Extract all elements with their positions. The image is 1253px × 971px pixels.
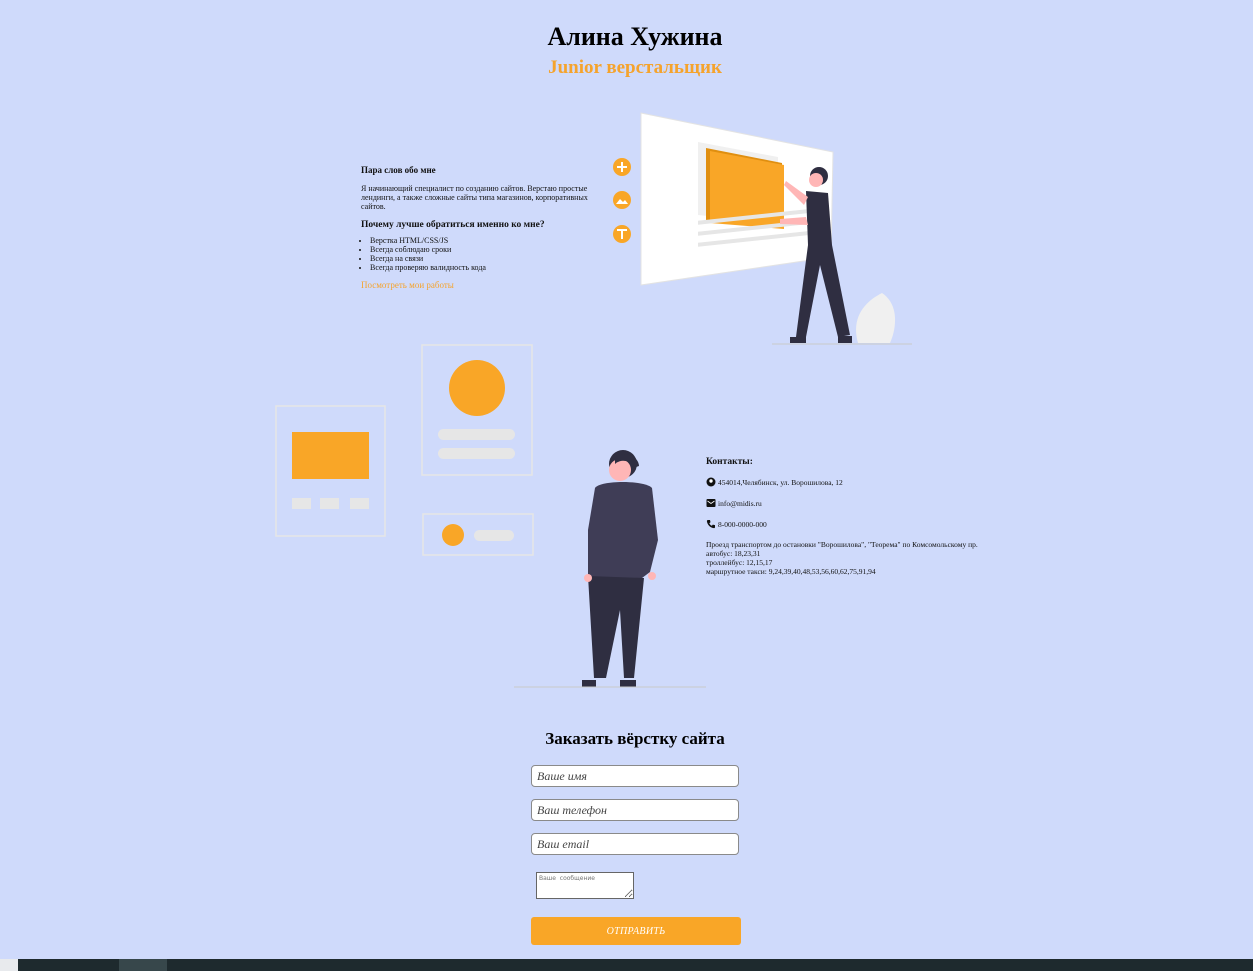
transport-line: троллейбус: 12,15,17 — [706, 558, 773, 567]
image-icon — [613, 191, 631, 209]
page-title: Алина Хужина — [547, 22, 723, 51]
transport-line: автобус: 18,23,31 — [706, 549, 761, 558]
submit-button[interactable]: ОТПРАВИТЬ — [531, 917, 741, 945]
text-icon — [613, 225, 631, 243]
about-section: Пара слов обо мне Я начинающий специалис… — [361, 166, 596, 290]
contacts-heading: Контакты: — [706, 457, 753, 467]
email-text: info@midis.ru — [718, 498, 762, 508]
taskbar-active-app[interactable] — [119, 959, 167, 971]
transport-line: Проезд транспортом до остановки "Ворошил… — [706, 540, 978, 549]
taskbar — [0, 959, 1253, 971]
phone-icon — [706, 520, 715, 529]
about-heading: Пара слов обо мне — [361, 165, 436, 175]
start-button[interactable] — [0, 959, 18, 971]
transport-info: Проезд транспортом до остановки "Ворошил… — [706, 540, 1026, 576]
works-link[interactable]: Посмотреть мои работы — [361, 281, 596, 290]
transport-line: маршрутное такси: 9,24,39,40,48,53,56,60… — [706, 567, 876, 576]
email-row: info@midis.ru — [706, 498, 1026, 508]
why-heading: Почему лучше обратиться именно ко мне? — [361, 220, 545, 230]
location-icon — [706, 477, 716, 487]
phone-input[interactable] — [531, 799, 739, 821]
man-cards-illustration — [275, 344, 706, 688]
contacts-section: Контакты: 454014,Челябинск, ул. Ворошило… — [706, 457, 1026, 576]
page-subtitle: Junior верстальщик — [548, 57, 722, 78]
reasons-list: Верстка HTML/CSS/JS Всегда соблюдаю срок… — [361, 236, 596, 272]
email-input[interactable] — [531, 833, 739, 855]
message-textarea[interactable] — [536, 872, 634, 899]
name-input[interactable] — [531, 765, 739, 787]
list-item: Всегда соблюдаю сроки — [370, 245, 596, 254]
woman-board-illustration — [613, 112, 912, 345]
address-row: 454014,Челябинск, ул. Ворошилова, 12 — [706, 477, 1026, 487]
mail-icon — [706, 499, 716, 507]
order-form-title: Заказать вёрстку сайта — [545, 729, 725, 748]
phone-row: 8-000-0000-000 — [706, 519, 1026, 529]
list-item: Всегда проверяю валидность кода — [370, 263, 596, 272]
address-text: 454014,Челябинск, ул. Ворошилова, 12 — [718, 477, 843, 487]
phone-text: 8-000-0000-000 — [718, 519, 767, 529]
list-item: Верстка HTML/CSS/JS — [370, 236, 596, 245]
plus-icon — [613, 158, 631, 176]
list-item: Всегда на связи — [370, 254, 596, 263]
about-text: Я начинающий специалист по созданию сайт… — [361, 184, 588, 211]
